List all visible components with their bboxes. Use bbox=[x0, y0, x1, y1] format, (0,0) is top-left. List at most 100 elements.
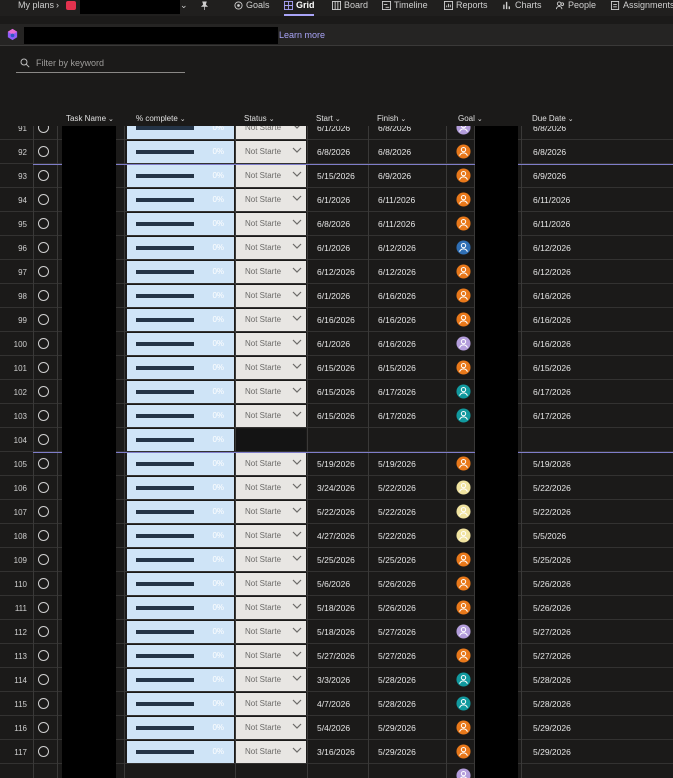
finish-date[interactable]: 5/27/2026 bbox=[378, 627, 416, 637]
status-dropdown[interactable]: Not Starte bbox=[236, 501, 306, 523]
status-dropdown[interactable]: Not Starte bbox=[236, 357, 306, 379]
finish-date[interactable]: 5/26/2026 bbox=[378, 603, 416, 613]
goal-icon[interactable] bbox=[456, 384, 471, 399]
goal-icon[interactable] bbox=[456, 144, 471, 159]
tab-board[interactable]: Board bbox=[332, 0, 368, 16]
column-header-status[interactable]: Status ⌄ bbox=[244, 114, 275, 126]
status-dropdown[interactable]: Not Starte bbox=[236, 333, 306, 355]
due-date[interactable]: 5/29/2026 bbox=[533, 723, 571, 733]
complete-task-checkbox[interactable] bbox=[38, 458, 49, 469]
tab-reports[interactable]: Reports bbox=[444, 0, 488, 16]
due-date[interactable]: 6/16/2026 bbox=[533, 291, 571, 301]
percent-complete-cell[interactable]: 0% bbox=[127, 213, 234, 235]
goal-icon[interactable] bbox=[456, 768, 471, 778]
start-date[interactable]: 6/15/2026 bbox=[317, 363, 355, 373]
finish-date[interactable]: 5/29/2026 bbox=[378, 747, 416, 757]
status-dropdown[interactable]: Not Starte bbox=[236, 237, 306, 259]
percent-complete-cell[interactable]: 0% bbox=[127, 309, 234, 331]
goal-icon[interactable] bbox=[456, 648, 471, 663]
tab-people[interactable]: People bbox=[556, 0, 596, 16]
complete-task-checkbox[interactable] bbox=[38, 242, 49, 253]
goal-icon[interactable] bbox=[456, 288, 471, 303]
start-date[interactable]: 6/8/2026 bbox=[317, 219, 350, 229]
start-date[interactable]: 6/15/2026 bbox=[317, 411, 355, 421]
status-dropdown[interactable]: Not Starte bbox=[236, 525, 306, 547]
start-date[interactable]: 6/1/2026 bbox=[317, 339, 350, 349]
percent-complete-cell[interactable]: 0% bbox=[127, 741, 234, 763]
complete-task-checkbox[interactable] bbox=[38, 650, 49, 661]
finish-date[interactable]: 5/22/2026 bbox=[378, 507, 416, 517]
due-date[interactable]: 5/22/2026 bbox=[533, 483, 571, 493]
tab-goals[interactable]: Goals bbox=[234, 0, 270, 16]
status-dropdown[interactable]: Not Starte bbox=[236, 165, 306, 187]
due-date[interactable]: 5/28/2026 bbox=[533, 699, 571, 709]
percent-complete-cell[interactable]: 0% bbox=[127, 165, 234, 187]
goal-icon[interactable] bbox=[456, 696, 471, 711]
status-dropdown[interactable]: Not Starte bbox=[236, 126, 306, 139]
due-date[interactable]: 6/11/2026 bbox=[533, 219, 570, 229]
complete-task-checkbox[interactable] bbox=[38, 746, 49, 757]
due-date[interactable]: 6/8/2026 bbox=[533, 126, 566, 133]
status-dropdown[interactable]: Not Starte bbox=[236, 621, 306, 643]
goal-icon[interactable] bbox=[456, 192, 471, 207]
start-date[interactable]: 4/27/2026 bbox=[317, 531, 355, 541]
goal-icon[interactable] bbox=[456, 528, 471, 543]
percent-complete-cell[interactable]: 0% bbox=[127, 717, 234, 739]
due-date[interactable]: 6/8/2026 bbox=[533, 147, 566, 157]
complete-task-checkbox[interactable] bbox=[38, 194, 49, 205]
complete-task-checkbox[interactable] bbox=[38, 218, 49, 229]
column-header-task-name[interactable]: Task Name ⌄ bbox=[66, 114, 114, 126]
complete-task-checkbox[interactable] bbox=[38, 506, 49, 517]
status-dropdown[interactable]: Not Starte bbox=[236, 573, 306, 595]
finish-date[interactable]: 6/15/2026 bbox=[378, 363, 416, 373]
percent-complete-cell[interactable]: 0% bbox=[127, 573, 234, 595]
percent-complete-cell[interactable]: 0% bbox=[127, 693, 234, 715]
due-date[interactable]: 5/22/2026 bbox=[533, 507, 571, 517]
complete-task-checkbox[interactable] bbox=[38, 578, 49, 589]
start-date[interactable]: 5/27/2026 bbox=[317, 651, 355, 661]
complete-task-checkbox[interactable] bbox=[38, 314, 49, 325]
complete-task-checkbox[interactable] bbox=[38, 698, 49, 709]
finish-date[interactable]: 6/11/2026 bbox=[378, 195, 415, 205]
status-dropdown[interactable]: Not Starte bbox=[236, 261, 306, 283]
finish-date[interactable]: 6/16/2026 bbox=[378, 339, 416, 349]
complete-task-checkbox[interactable] bbox=[38, 722, 49, 733]
goal-icon[interactable] bbox=[456, 672, 471, 687]
finish-date[interactable]: 5/29/2026 bbox=[378, 723, 416, 733]
finish-date[interactable]: 6/17/2026 bbox=[378, 387, 416, 397]
goal-icon[interactable] bbox=[456, 312, 471, 327]
start-date[interactable]: 5/19/2026 bbox=[317, 459, 355, 469]
complete-task-checkbox[interactable] bbox=[38, 554, 49, 565]
complete-task-checkbox[interactable] bbox=[38, 290, 49, 301]
complete-task-checkbox[interactable] bbox=[38, 126, 49, 133]
start-date[interactable]: 5/4/2026 bbox=[317, 723, 350, 733]
due-date[interactable]: 6/9/2026 bbox=[533, 171, 566, 181]
percent-complete-cell[interactable]: 0% bbox=[127, 261, 234, 283]
finish-date[interactable]: 6/17/2026 bbox=[378, 411, 416, 421]
complete-task-checkbox[interactable] bbox=[38, 386, 49, 397]
start-date[interactable]: 4/7/2026 bbox=[317, 699, 350, 709]
my-plans-link[interactable]: My plans bbox=[18, 0, 54, 16]
status-empty-cell[interactable] bbox=[236, 429, 306, 451]
due-date[interactable]: 6/12/2026 bbox=[533, 267, 571, 277]
percent-complete-cell[interactable]: 0% bbox=[127, 597, 234, 619]
start-date[interactable]: 3/16/2026 bbox=[317, 747, 355, 757]
start-date[interactable]: 6/12/2026 bbox=[317, 267, 355, 277]
status-dropdown[interactable]: Not Starte bbox=[236, 477, 306, 499]
finish-date[interactable]: 5/28/2026 bbox=[378, 675, 416, 685]
start-date[interactable]: 5/15/2026 bbox=[317, 171, 355, 181]
complete-task-checkbox[interactable] bbox=[38, 266, 49, 277]
status-dropdown[interactable]: Not Starte bbox=[236, 189, 306, 211]
percent-complete-cell[interactable]: 0% bbox=[127, 621, 234, 643]
tab-assignments[interactable]: Assignments bbox=[611, 0, 673, 16]
finish-date[interactable]: 5/28/2026 bbox=[378, 699, 416, 709]
column-header-finish[interactable]: Finish ⌄ bbox=[377, 114, 406, 126]
start-date[interactable]: 6/8/2026 bbox=[317, 147, 350, 157]
status-dropdown[interactable]: Not Starte bbox=[236, 213, 306, 235]
tab-charts[interactable]: Charts bbox=[503, 0, 542, 16]
due-date[interactable]: 5/27/2026 bbox=[533, 651, 571, 661]
due-date[interactable]: 5/27/2026 bbox=[533, 627, 571, 637]
goal-icon[interactable] bbox=[456, 552, 471, 567]
status-dropdown[interactable]: Not Starte bbox=[236, 693, 306, 715]
percent-complete-cell[interactable]: 0% bbox=[127, 333, 234, 355]
